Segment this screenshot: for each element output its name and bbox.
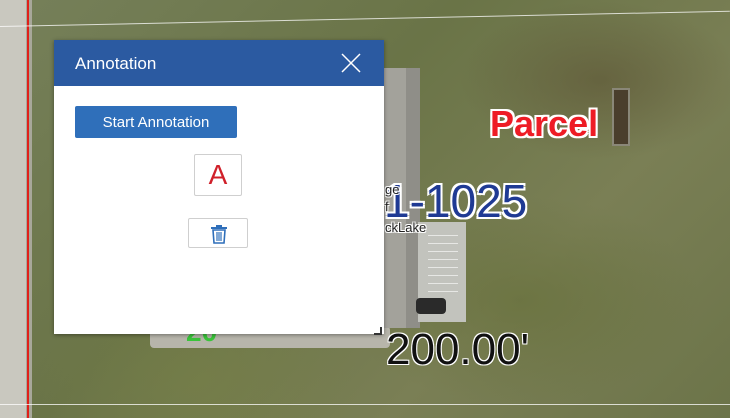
road bbox=[0, 0, 26, 418]
parcel-line bbox=[0, 404, 730, 405]
map-structure bbox=[612, 88, 630, 146]
parking-lines bbox=[428, 232, 458, 292]
start-annotation-button[interactable]: Start Annotation bbox=[75, 106, 237, 138]
text-annotation-tool-button[interactable]: A bbox=[194, 154, 242, 196]
owner-label-fragment: ckLake bbox=[385, 220, 427, 235]
owner-label-fragment: ge bbox=[385, 182, 400, 197]
trash-icon bbox=[211, 225, 227, 244]
panel-title: Annotation bbox=[75, 54, 157, 73]
panel-header[interactable]: Annotation bbox=[54, 40, 384, 86]
dimension-label: 200.00' bbox=[386, 325, 529, 374]
close-button[interactable] bbox=[338, 50, 364, 76]
parcel-line bbox=[0, 10, 730, 27]
resize-grip-icon bbox=[374, 327, 382, 335]
parcel-boundary-line bbox=[27, 0, 29, 418]
parked-car bbox=[416, 298, 446, 314]
delete-annotation-button[interactable] bbox=[188, 218, 248, 248]
parcel-label: Parcel bbox=[490, 103, 599, 144]
panel-body: Start Annotation A bbox=[54, 86, 384, 334]
owner-label-fragment: f bbox=[385, 199, 389, 214]
parcel-id-label: 1-1025 bbox=[384, 175, 528, 227]
resize-handle[interactable] bbox=[372, 322, 382, 335]
close-icon bbox=[341, 53, 361, 73]
annotation-panel: Annotation Start Annotation A bbox=[54, 40, 384, 335]
